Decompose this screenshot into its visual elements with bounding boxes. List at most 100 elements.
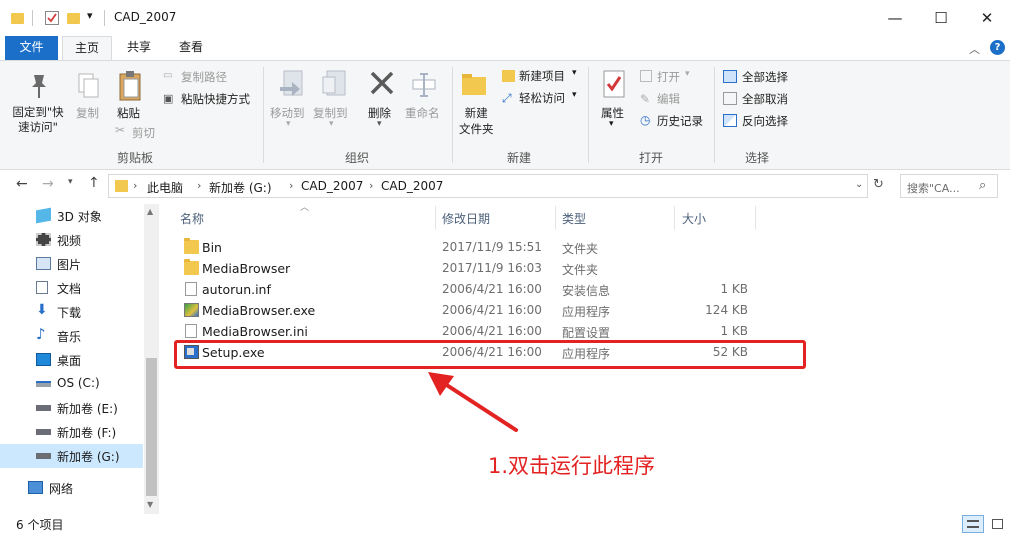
config-file-icon	[185, 324, 197, 338]
picture-icon	[36, 257, 51, 270]
open-group-label: 打开	[638, 151, 663, 165]
file-row-mediabrowser-exe[interactable]: MediaBrowser.exe 2006/4/21 16:00 应用程序 12…	[172, 300, 752, 321]
address-dropdown-icon[interactable]: ⌄	[855, 179, 863, 190]
help-icon[interactable]: ?	[990, 40, 1005, 55]
nav-item-pictures[interactable]: 图片	[0, 252, 143, 276]
breadcrumb-separator: ›	[369, 179, 374, 192]
nav-item-downloads[interactable]: ⬇ 下载	[0, 300, 143, 324]
divider	[263, 67, 264, 163]
file-date: 2017/11/9 15:51	[442, 240, 542, 254]
window-title: CAD_2007	[114, 10, 177, 24]
drive-icon	[36, 405, 51, 411]
details-view-button[interactable]	[962, 515, 984, 533]
large-icons-view-button[interactable]	[988, 515, 1008, 533]
network-icon	[28, 481, 43, 494]
new-item-button[interactable]: 新建项目	[519, 68, 565, 84]
breadcrumb-separator: ›	[197, 179, 202, 192]
new-folder-icon	[462, 73, 486, 95]
nav-item-documents[interactable]: 文档	[0, 276, 143, 300]
drive-icon	[36, 453, 51, 459]
copy-path-button[interactable]: 复制路径	[181, 69, 227, 85]
edit-button[interactable]: 编辑	[657, 91, 680, 107]
collapse-ribbon-icon[interactable]: ︿	[969, 41, 980, 57]
scroll-down-icon[interactable]: ▼	[147, 500, 153, 509]
breadcrumb-drive-g[interactable]: 新加卷 (G:)	[209, 179, 272, 196]
close-button[interactable]: ✕	[964, 0, 1010, 36]
invert-selection-icon	[723, 114, 737, 127]
nav-item-3d-objects[interactable]: 3D 对象	[0, 204, 143, 228]
address-bar[interactable]: › 此电脑 › 新加卷 (G:) › CAD_2007 › CAD_2007 ⌄	[108, 174, 868, 198]
up-arrow-icon[interactable]: ↑	[88, 175, 100, 191]
tab-view[interactable]: 查看	[168, 36, 214, 60]
back-arrow-icon[interactable]: ←	[16, 176, 28, 192]
organize-group-label: 组织	[344, 151, 369, 165]
nav-item-network[interactable]: 网络	[0, 476, 143, 500]
nav-item-drive-c[interactable]: OS (C:)	[0, 372, 143, 396]
select-all-button[interactable]: 全部选择	[742, 69, 788, 85]
minimize-button[interactable]: —	[872, 0, 918, 36]
open-button[interactable]: 打开	[657, 69, 680, 85]
settings-file-icon	[185, 282, 197, 296]
status-item-count: 6 个项目	[16, 518, 64, 532]
pin-to-quick-access-button[interactable]: 固定到"快速访问"	[8, 105, 68, 135]
nav-scrollbar-thumb[interactable]	[146, 358, 157, 496]
file-row-mediabrowser[interactable]: MediaBrowser 2017/11/9 16:03 文件夹	[172, 258, 752, 279]
file-row-mediabrowser-ini[interactable]: MediaBrowser.ini 2006/4/21 16:00 配置设置 1 …	[172, 321, 752, 342]
nav-item-label: 新加卷 (E:)	[57, 402, 118, 416]
column-header-size[interactable]: 大小	[682, 210, 706, 230]
copy-button[interactable]: 复制	[76, 105, 99, 121]
new-folder-icon[interactable]	[67, 13, 80, 24]
customize-quick-access-icon[interactable]: ▾	[87, 9, 93, 22]
chevron-down-icon: ▾	[572, 68, 577, 78]
file-name: autorun.inf	[202, 282, 271, 297]
tab-home[interactable]: 主页	[62, 36, 112, 61]
properties-check-icon[interactable]	[45, 11, 59, 25]
pin-icon	[26, 71, 52, 104]
annotation-text: 1.双击运行此程序	[488, 454, 656, 478]
file-row-bin[interactable]: Bin 2017/11/9 15:51 文件夹	[172, 237, 752, 258]
easy-access-icon: ⤢	[502, 91, 512, 105]
nav-item-music[interactable]: ♪ 音乐	[0, 324, 143, 348]
search-input[interactable]: 搜索"CA... ⌕	[900, 174, 998, 198]
refresh-icon[interactable]: ↻	[873, 177, 884, 192]
file-row-autorun-inf[interactable]: autorun.inf 2006/4/21 16:00 安装信息 1 KB	[172, 279, 752, 300]
cut-button[interactable]: 剪切	[132, 125, 155, 141]
tab-file[interactable]: 文件	[5, 36, 58, 60]
history-icon: ◷	[640, 113, 651, 127]
recent-locations-icon[interactable]: ▾	[68, 177, 73, 187]
column-header-date[interactable]: 修改日期	[442, 210, 490, 230]
breadcrumb-cad-2007-current[interactable]: CAD_2007	[381, 179, 443, 193]
select-all-icon	[723, 70, 737, 83]
nav-item-videos[interactable]: 视频	[0, 228, 143, 252]
column-header-name[interactable]: 名称	[180, 210, 204, 230]
nav-item-label: 网络	[49, 482, 74, 496]
nav-item-drive-e[interactable]: 新加卷 (E:)	[0, 396, 143, 420]
easy-access-button[interactable]: 轻松访问	[519, 90, 565, 106]
invert-selection-button[interactable]: 反向选择	[742, 113, 788, 129]
select-none-button[interactable]: 全部取消	[742, 91, 788, 107]
forward-arrow-icon[interactable]: →	[42, 176, 54, 192]
chevron-down-icon: ▾	[377, 119, 382, 129]
column-header-type[interactable]: 类型	[562, 210, 586, 230]
nav-item-drive-g[interactable]: 新加卷 (G:)	[0, 444, 143, 468]
chevron-down-icon: ▾	[329, 119, 334, 129]
select-none-icon	[723, 92, 737, 105]
maximize-button[interactable]: ☐	[918, 0, 964, 36]
paste-button[interactable]: 粘贴	[117, 105, 140, 121]
paste-shortcut-button[interactable]: 粘贴快捷方式	[181, 91, 250, 107]
navigation-pane: 3D 对象 视频 图片 文档 ⬇ 下载 ♪ 音乐 桌面 OS (C:) 新加卷 …	[0, 204, 160, 514]
rename-button[interactable]: 重命名	[405, 105, 440, 121]
breadcrumb-cad-2007[interactable]: CAD_2007	[301, 179, 363, 193]
scroll-up-icon[interactable]: ▲	[147, 207, 153, 216]
nav-item-desktop[interactable]: 桌面	[0, 348, 143, 372]
nav-item-drive-f[interactable]: 新加卷 (F:)	[0, 420, 143, 444]
desktop-icon	[36, 353, 51, 366]
new-folder-button[interactable]: 新建 文件夹	[459, 105, 494, 137]
folder-icon	[115, 180, 128, 192]
sort-ascending-icon: ︿	[300, 203, 310, 213]
tab-share[interactable]: 共享	[116, 36, 162, 60]
history-button[interactable]: 历史记录	[657, 113, 703, 129]
copy-path-icon: ▭	[163, 70, 173, 81]
copy-icon	[76, 71, 102, 104]
breadcrumb-this-pc[interactable]: 此电脑	[147, 179, 183, 196]
